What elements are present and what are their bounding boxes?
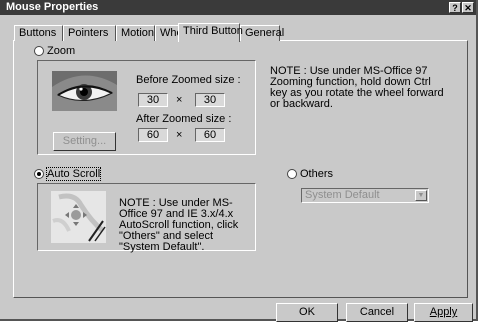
others-select[interactable]: System Default ▼ xyxy=(301,188,429,203)
tab-general[interactable]: General xyxy=(240,25,284,41)
eye-icon xyxy=(52,71,117,111)
apply-button[interactable]: Apply xyxy=(414,303,473,322)
before-times-sign: × xyxy=(176,94,183,106)
auto-scroll-note: NOTE : Use under MS-Office 97 and IE 3.x… xyxy=(119,197,239,253)
cancel-button[interactable]: Cancel xyxy=(346,303,408,322)
before-width-field[interactable]: 30 xyxy=(138,93,168,107)
others-radio[interactable] xyxy=(287,169,297,179)
ok-button[interactable]: OK xyxy=(276,303,338,322)
zoom-note: NOTE : Use under MS-Office 97 Zooming fu… xyxy=(270,65,444,110)
window-title: Mouse Properties xyxy=(6,1,99,13)
zoom-radio[interactable] xyxy=(34,46,44,56)
after-zoomed-label: After Zoomed size : xyxy=(136,113,232,125)
zoom-group: Before Zoomed size : 30 × 30 After Zoome… xyxy=(37,60,256,155)
tab-motion[interactable]: Motion xyxy=(116,25,155,41)
after-height-field[interactable]: 60 xyxy=(195,128,225,142)
auto-scroll-group: NOTE : Use under MS-Office 97 and IE 3.x… xyxy=(37,183,256,253)
others-radio-label[interactable]: Others xyxy=(300,168,333,180)
tab-third-button[interactable]: Third Button xyxy=(178,23,243,42)
title-bar: Mouse Properties ? ✕ xyxy=(0,0,476,15)
tab-pointers[interactable]: Pointers xyxy=(63,25,116,41)
auto-scroll-icon xyxy=(51,191,106,243)
others-select-value: System Default xyxy=(305,189,380,201)
tab-buttons[interactable]: Buttons xyxy=(14,25,63,41)
chevron-down-icon[interactable]: ▼ xyxy=(415,190,427,201)
after-width-field[interactable]: 60 xyxy=(138,128,168,142)
before-height-field[interactable]: 30 xyxy=(195,93,225,107)
zoom-radio-label[interactable]: Zoom xyxy=(47,45,75,57)
close-button[interactable]: ✕ xyxy=(462,2,474,13)
help-button[interactable]: ? xyxy=(449,2,461,13)
before-zoomed-label: Before Zoomed size : xyxy=(136,74,241,86)
after-times-sign: × xyxy=(176,129,183,141)
auto-scroll-radio[interactable] xyxy=(34,169,44,179)
auto-scroll-radio-label[interactable]: Auto Scroll xyxy=(45,167,102,181)
setting-button[interactable]: Setting... xyxy=(53,132,116,151)
mouse-properties-window: Mouse Properties ? ✕ Buttons Pointers Mo… xyxy=(0,0,478,322)
